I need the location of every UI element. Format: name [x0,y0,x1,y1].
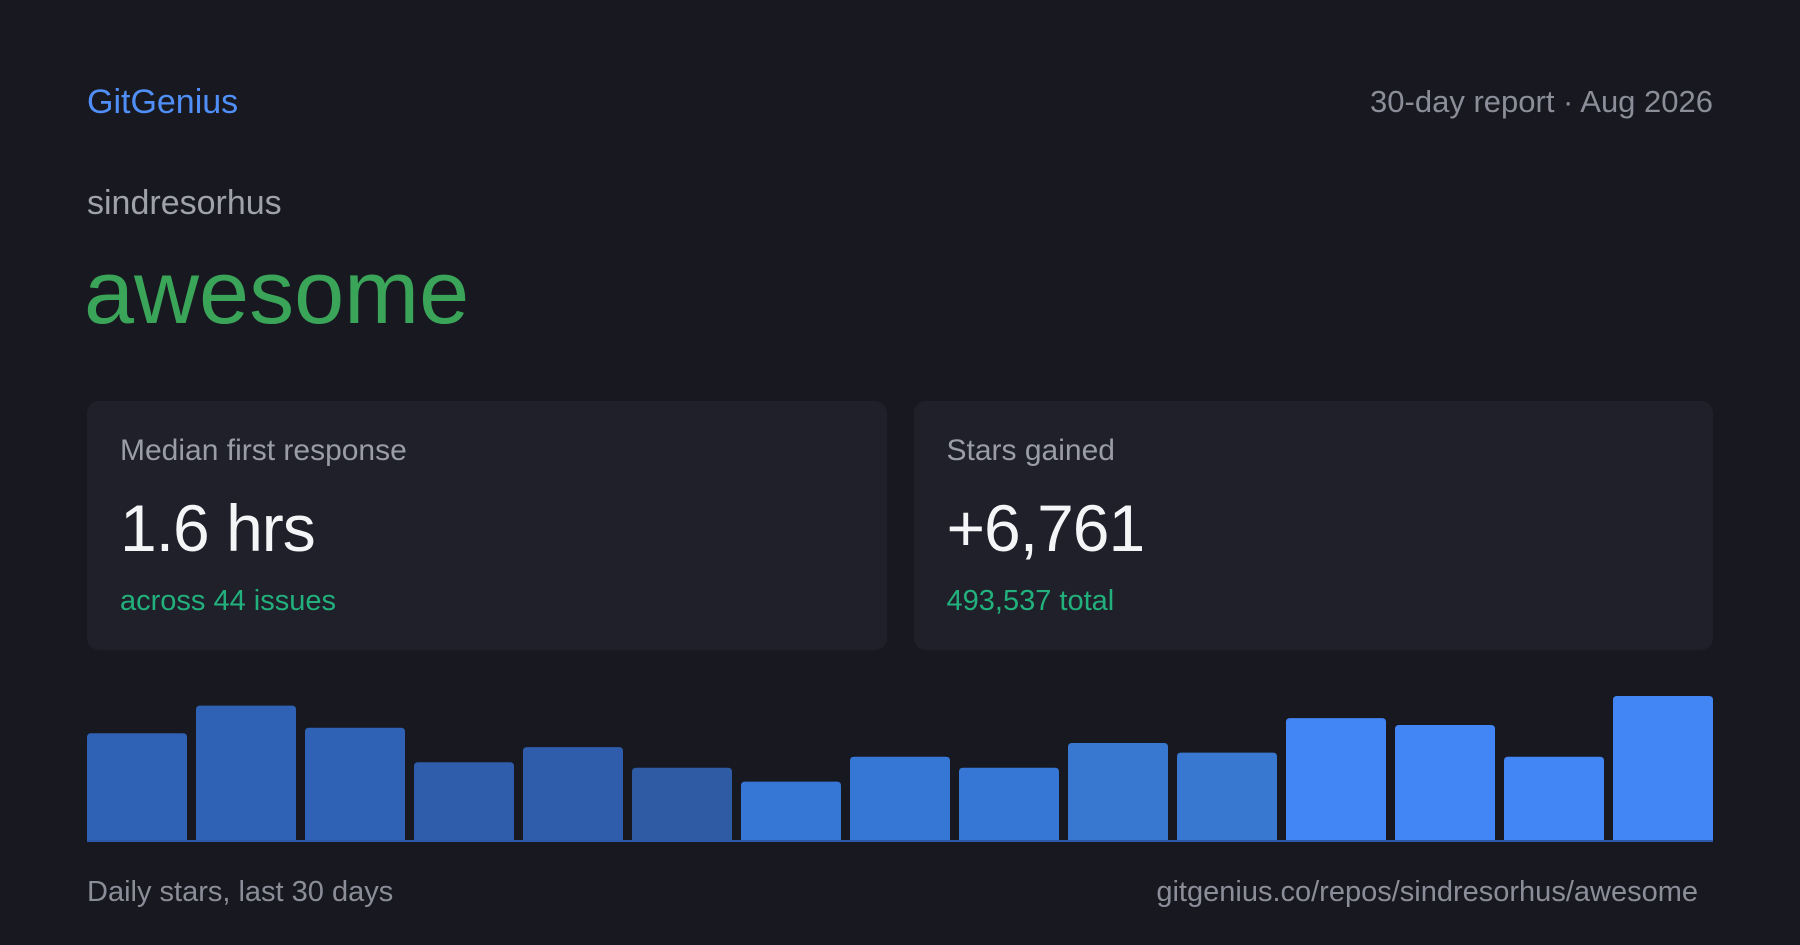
chart-bar [850,756,950,841]
chart-bar [741,781,841,841]
repo-url[interactable]: gitgenius.co/repos/sindresorhus/awesome [1156,872,1698,912]
chart-bar [1177,752,1277,841]
stats-cards: Median first response 1.6 hrs across 44 … [87,401,1713,650]
median-response-value: 1.6 hrs [120,491,316,565]
chart-bar [196,705,296,841]
median-response-card: Median first response 1.6 hrs across 44 … [87,401,887,650]
repo-owner[interactable]: sindresorhus [87,181,282,225]
median-response-label: Median first response [120,434,407,467]
chart-bar [959,767,1059,841]
chart-bar [1286,718,1386,841]
chart-bar [1613,696,1713,841]
stars-gained-label: Stars gained [946,434,1115,467]
brand-logo[interactable]: GitGenius [87,80,238,124]
chart-bar [523,747,623,841]
chart-bar [1068,742,1168,841]
daily-stars-chart [87,690,1713,842]
chart-bar [305,727,405,841]
stars-total: 493,537 total [946,585,1115,617]
chart-caption: Daily stars, last 30 days [87,876,394,908]
repo-name[interactable]: awesome [84,238,469,348]
stars-gained-value: +6,761 [946,491,1146,565]
chart-bar [414,762,514,841]
median-response-sub: across 44 issues [120,585,336,617]
chart-bar [1395,725,1495,841]
chart-bar [632,767,732,841]
report-period: 30-day report · Aug 2026 [1370,84,1713,119]
chart-bar [87,733,187,841]
stars-gained-card: Stars gained +6,761 493,537 total [913,401,1713,650]
daily-stars-chart-svg [87,696,1713,842]
chart-bar [1504,756,1604,841]
